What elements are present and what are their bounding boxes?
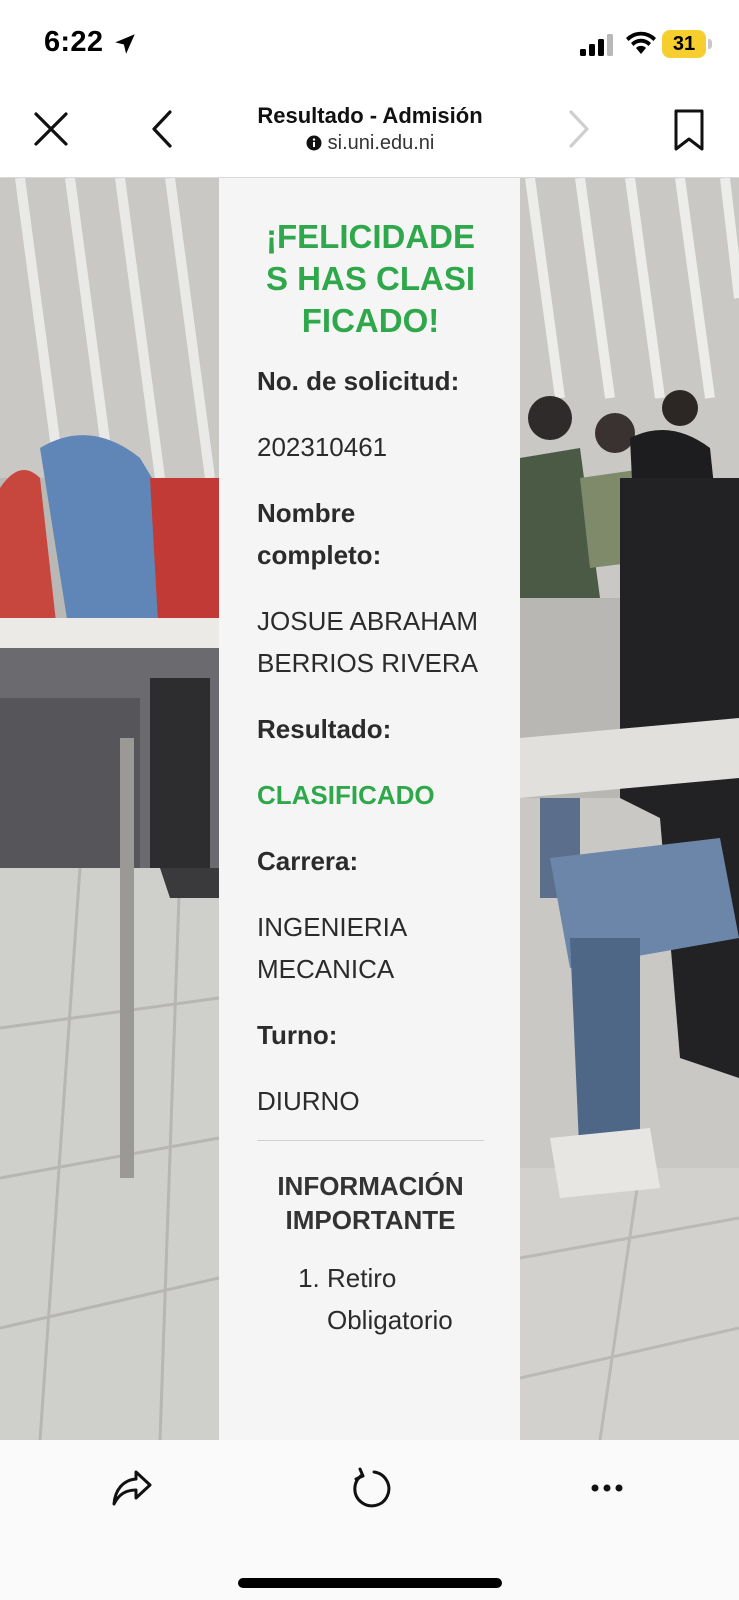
full-name-label: Nombre completo: (257, 498, 382, 570)
home-indicator[interactable] (238, 1578, 502, 1588)
battery-cap (708, 39, 712, 49)
important-info-heading: INFORMACIÓN IMPORTANTE (277, 1171, 464, 1235)
status-time: 6:22 (44, 26, 104, 58)
full-name-value: JOSUE ABRAHAM BERRIOS RIVERA (257, 606, 479, 678)
result-value: CLASIFICADO (257, 780, 435, 810)
list-item: Retiro Obligatorio (327, 1257, 484, 1341)
background-photo-left (0, 178, 219, 1440)
close-icon[interactable] (32, 110, 70, 148)
status-bar: 6:22 31 (0, 0, 739, 88)
chevron-left-icon[interactable] (148, 108, 176, 150)
location-arrow-icon (115, 34, 135, 54)
wifi-icon (626, 31, 656, 54)
page-url[interactable]: si.uni.edu.ni (328, 130, 435, 156)
result-card: ¡FELICIDADES HAS CLASIFICADO! No. de sol… (219, 178, 520, 1440)
application-number-value: 202310461 (257, 432, 388, 462)
important-info-list: Retiro Obligatorio (257, 1257, 484, 1341)
reload-icon[interactable] (348, 1466, 392, 1510)
shift-label: Turno: (257, 1020, 338, 1050)
result-label: Resultado: (257, 714, 392, 744)
more-icon[interactable] (590, 1478, 624, 1498)
background-photo-right (520, 178, 739, 1440)
battery-indicator: 31 (662, 30, 706, 58)
info-icon[interactable] (306, 135, 322, 151)
congratulations-heading: ¡FELICIDADES HAS CLASIFICADO! (265, 218, 476, 339)
browser-nav-bar: Resultado - Admisión si.uni.edu.ni (0, 88, 739, 178)
bookmark-icon[interactable] (672, 108, 706, 152)
page-title: Resultado - Admisión (257, 103, 483, 128)
career-value: INGENIERIA MECANICA (257, 912, 406, 984)
battery-level: 31 (672, 32, 696, 55)
shift-value: DIURNO (257, 1086, 360, 1116)
web-content: ¡FELICIDADES HAS CLASIFICADO! No. de sol… (0, 178, 739, 1440)
chevron-right-icon (569, 110, 589, 148)
page-title-area: Resultado - Admisión si.uni.edu.ni (220, 102, 520, 156)
application-number-label: No. de solicitud: (257, 366, 460, 396)
url-row[interactable]: si.uni.edu.ni (220, 130, 520, 156)
cellular-signal-icon (580, 34, 613, 56)
career-label: Carrera: (257, 846, 359, 876)
section-divider (257, 1140, 484, 1141)
share-icon[interactable] (110, 1466, 154, 1510)
bottom-toolbar (0, 1440, 739, 1600)
